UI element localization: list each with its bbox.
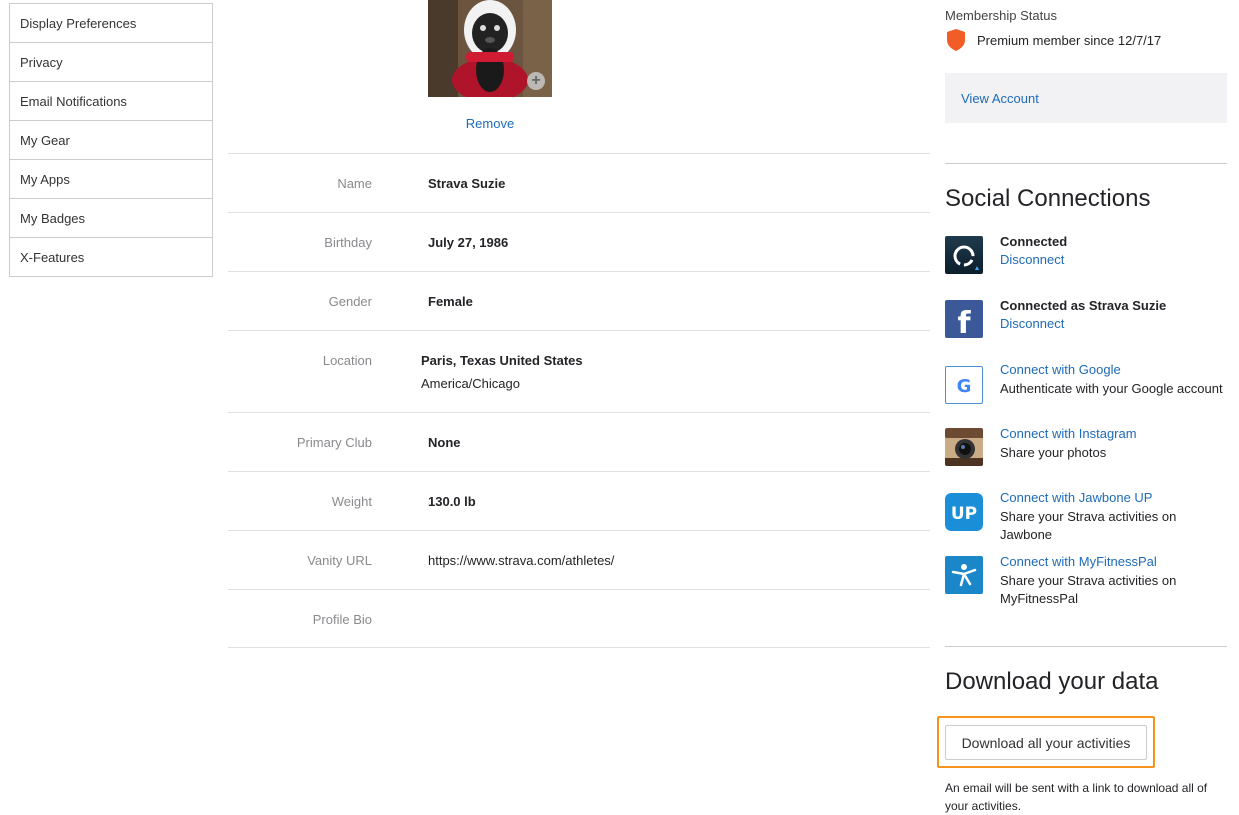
row-label: Birthday xyxy=(324,235,372,250)
sidebar-item-display-preferences[interactable]: Display Preferences xyxy=(10,3,212,42)
connect-myfitnesspal-link[interactable]: Connect with MyFitnessPal xyxy=(1000,554,1157,569)
membership-status-label: Membership Status xyxy=(945,8,1057,23)
row-value: July 27, 1986 xyxy=(428,235,509,250)
profile-details: Name Strava Suzie Birthday July 27, 1986… xyxy=(228,153,930,648)
row-value: Strava Suzie xyxy=(428,176,506,191)
connect-instagram-link[interactable]: Connect with Instagram xyxy=(1000,426,1137,441)
connection-instagram: Connect with Instagram Share your photos xyxy=(945,426,1227,476)
facebook-icon: f xyxy=(945,300,983,338)
profile-row-weight[interactable]: Weight 130.0 lb xyxy=(228,471,930,530)
profile-row-name[interactable]: Name Strava Suzie xyxy=(228,153,930,212)
add-photo-icon[interactable]: + xyxy=(527,72,545,90)
sidebar-item-my-badges[interactable]: My Badges xyxy=(10,198,212,237)
sidebar-item-email-notifications[interactable]: Email Notifications xyxy=(10,81,212,120)
timezone-value: America/Chicago xyxy=(421,376,520,391)
shield-icon xyxy=(945,28,967,52)
membership-text: Premium member since 12/7/17 xyxy=(977,32,1162,48)
settings-sidebar: Display Preferences Privacy Email Notifi… xyxy=(9,3,213,277)
profile-row-primary-club[interactable]: Primary Club None xyxy=(228,412,930,471)
profile-row-gender[interactable]: Gender Female xyxy=(228,271,930,330)
row-value: 130.0 lb xyxy=(428,494,476,509)
connection-jawbone: UP Connect with Jawbone UP Share your St… xyxy=(945,490,1227,542)
profile-row-location[interactable]: Location Paris, Texas United States Amer… xyxy=(228,330,930,412)
divider xyxy=(945,646,1227,647)
sidebar-item-x-features[interactable]: X-Features xyxy=(10,237,212,276)
connection-myfitnesspal: Connect with MyFitnessPal Share your Str… xyxy=(945,554,1227,606)
svg-text:G: G xyxy=(957,376,972,397)
profile-row-birthday[interactable]: Birthday July 27, 1986 xyxy=(228,212,930,271)
connection-facebook: f Connected as Strava Suzie Disconnect xyxy=(945,298,1227,348)
membership-status: Premium member since 12/7/17 xyxy=(945,28,1161,52)
row-value: None xyxy=(428,435,461,450)
connection-garmin: Connected Disconnect xyxy=(945,234,1227,284)
row-value: Female xyxy=(428,294,473,309)
connection-description: Share your photos xyxy=(1000,445,1107,460)
sidebar-item-privacy[interactable]: Privacy xyxy=(10,42,212,81)
row-label: Weight xyxy=(331,494,372,509)
row-value: Paris, Texas United States xyxy=(421,353,583,368)
row-label: Primary Club xyxy=(296,435,372,450)
row-value: https://www.strava.com/athletes/ xyxy=(428,553,615,568)
connection-description: Share your Strava activities on MyFitnes… xyxy=(1000,573,1177,606)
download-note: An email will be sent with a link to dow… xyxy=(945,781,1208,813)
download-activities-button[interactable]: Download all your activities xyxy=(945,725,1147,760)
row-label: Location xyxy=(322,353,372,368)
profile-row-bio[interactable]: Profile Bio xyxy=(228,589,930,648)
row-label: Name xyxy=(337,176,372,191)
connection-title: Connected xyxy=(1000,234,1068,249)
download-data-title: Download your data xyxy=(945,668,1159,695)
myfitnesspal-icon[interactable] xyxy=(945,556,983,594)
profile-photo[interactable]: + xyxy=(428,0,552,97)
disconnect-link[interactable]: Disconnect xyxy=(1000,252,1064,267)
connect-jawbone-link[interactable]: Connect with Jawbone UP xyxy=(1000,490,1152,505)
divider xyxy=(945,163,1227,164)
google-icon[interactable]: G xyxy=(945,366,983,404)
garmin-icon xyxy=(945,236,983,274)
svg-text:UP: UP xyxy=(951,504,977,524)
row-label: Vanity URL xyxy=(307,553,372,568)
sidebar-item-my-gear[interactable]: My Gear xyxy=(10,120,212,159)
instagram-icon[interactable] xyxy=(945,428,983,466)
profile-row-vanity-url[interactable]: Vanity URL https://www.strava.com/athlet… xyxy=(228,530,930,589)
row-label: Gender xyxy=(328,294,372,309)
connect-google-link[interactable]: Connect with Google xyxy=(1000,362,1121,377)
svg-text:f: f xyxy=(957,306,971,338)
connection-description: Authenticate with your Google account xyxy=(1000,381,1223,396)
disconnect-link[interactable]: Disconnect xyxy=(1000,316,1064,331)
social-connections-title: Social Connections xyxy=(945,185,1151,212)
connection-google: G Connect with Google Authenticate with … xyxy=(945,362,1227,412)
connection-description: Share your Strava activities on Jawbone xyxy=(1000,509,1177,542)
row-label: Profile Bio xyxy=(312,612,372,627)
view-account-link[interactable]: View Account xyxy=(945,73,1227,123)
remove-photo-link[interactable]: Remove xyxy=(428,116,552,131)
sidebar-item-my-apps[interactable]: My Apps xyxy=(10,159,212,198)
connection-title: Connected as Strava Suzie xyxy=(1000,298,1167,313)
jawbone-icon[interactable]: UP xyxy=(945,493,983,531)
